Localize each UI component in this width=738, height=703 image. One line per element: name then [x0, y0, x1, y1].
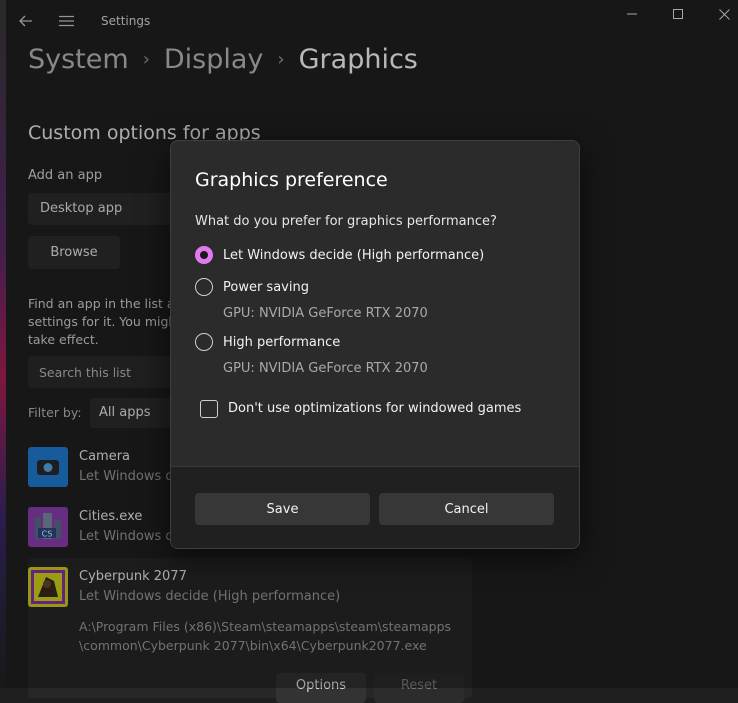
save-button[interactable]: Save — [195, 493, 370, 525]
radio-label[interactable]: High performance — [223, 335, 340, 350]
radio-label[interactable]: Let Windows decide (High performance) — [223, 248, 484, 263]
radio-let-windows-decide[interactable] — [195, 246, 213, 264]
dialog-title: Graphics preference — [195, 169, 388, 191]
graphics-preference-dialog: Graphics preference What do you prefer f… — [170, 140, 580, 549]
radio-label[interactable]: Power saving — [223, 280, 309, 295]
cancel-button[interactable]: Cancel — [379, 493, 554, 525]
dialog-question: What do you prefer for graphics performa… — [195, 214, 497, 229]
radio-power-saving[interactable] — [195, 278, 213, 296]
radio-high-performance[interactable] — [195, 333, 213, 351]
gpu-label: GPU: NVIDIA GeForce RTX 2070 — [223, 306, 428, 321]
save-label: Save — [266, 501, 299, 517]
checkbox-label[interactable]: Don't use optimizations for windowed gam… — [228, 401, 521, 416]
gpu-label: GPU: NVIDIA GeForce RTX 2070 — [223, 361, 428, 376]
dialog-footer: Save Cancel — [171, 466, 579, 548]
cancel-label: Cancel — [444, 501, 489, 517]
windowed-optimizations-checkbox[interactable] — [200, 400, 218, 418]
